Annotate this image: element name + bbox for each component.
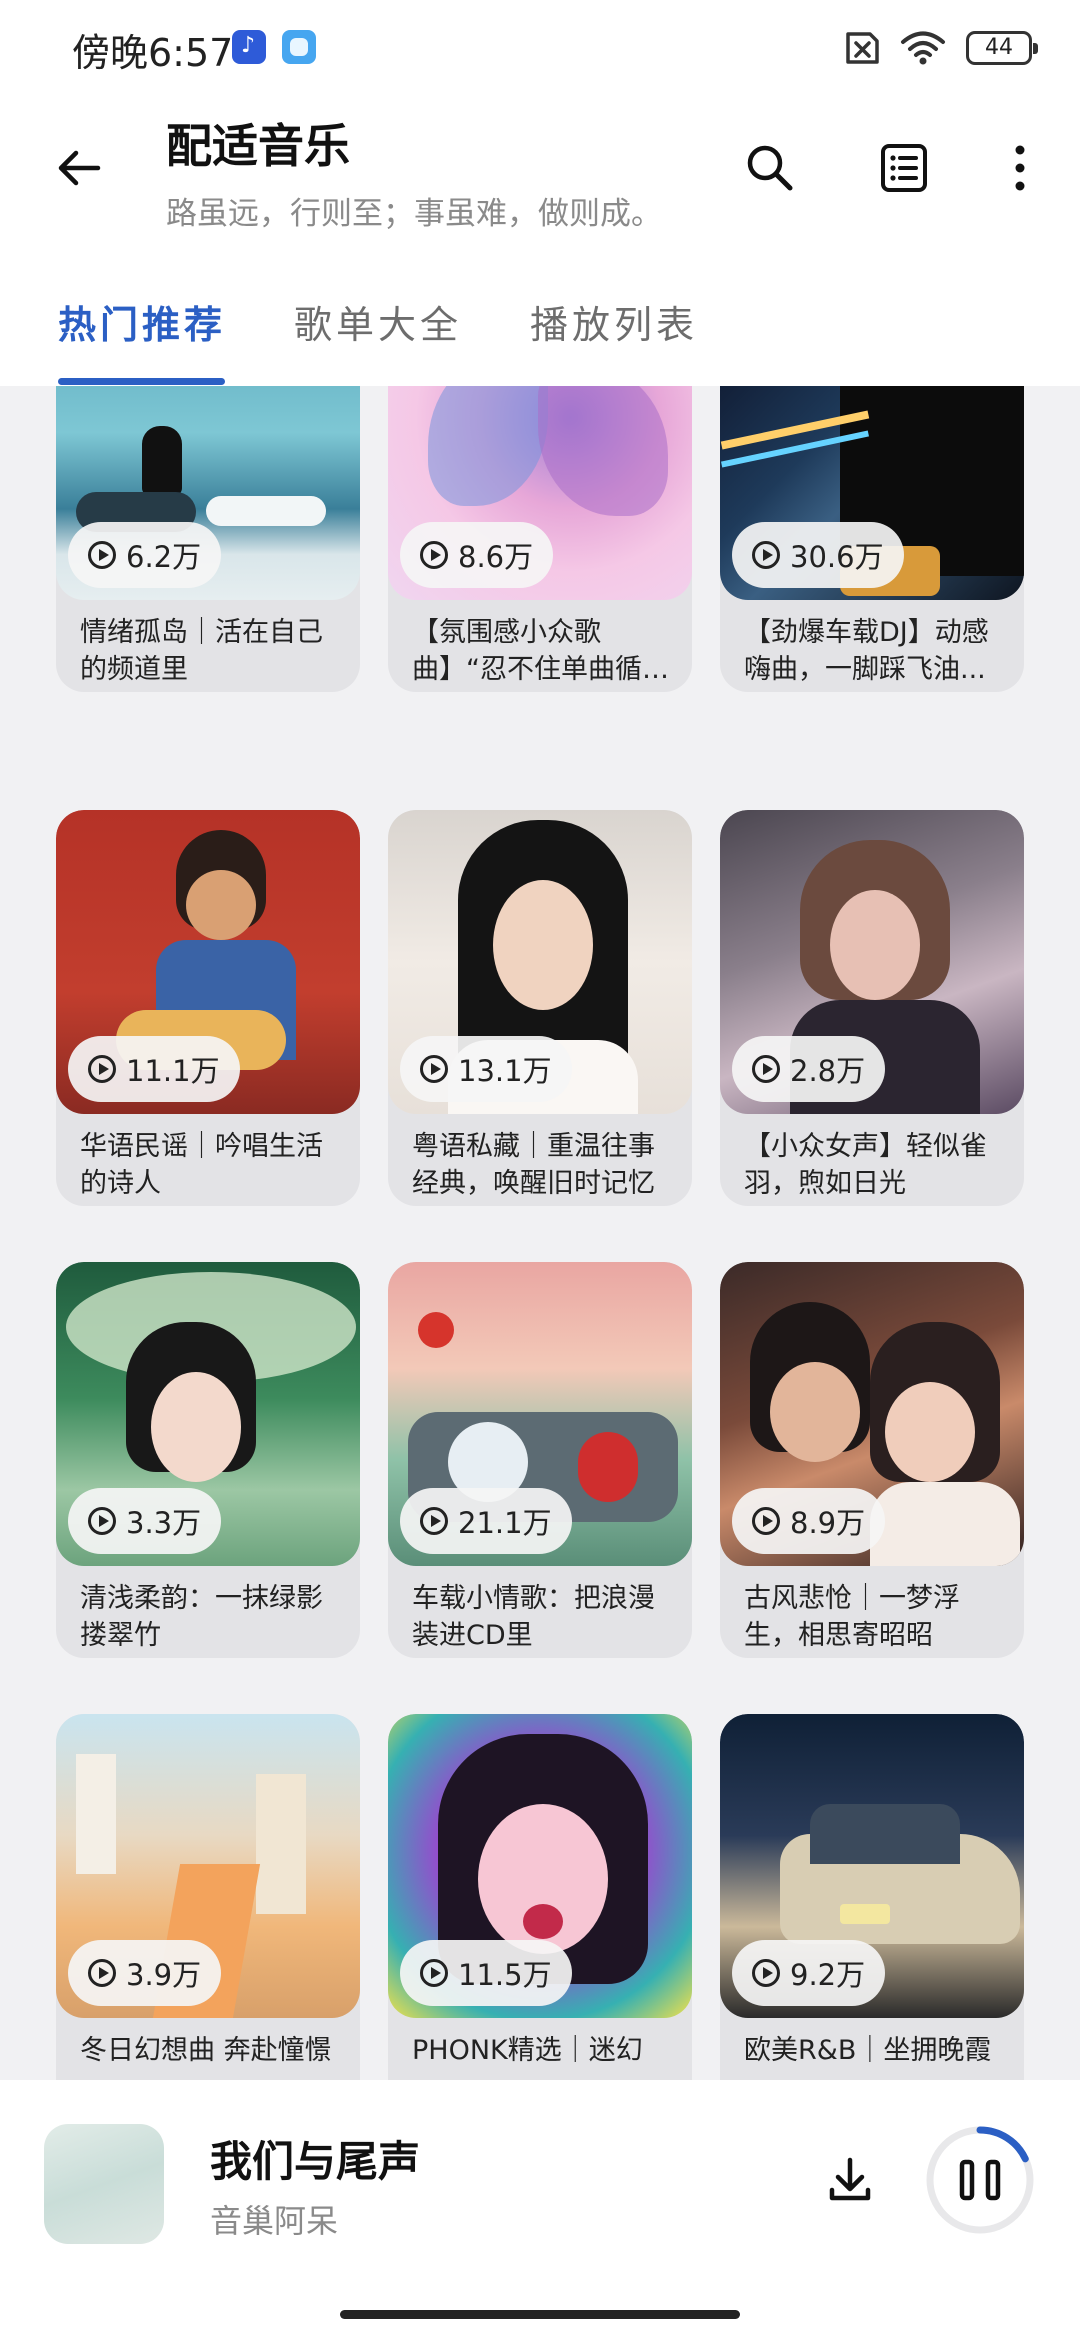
- playlist-card[interactable]: 9.2万 欧美R&B｜坐拥晚霞: [720, 1714, 1024, 2080]
- status-bar: 傍晚6:57 44: [0, 0, 1080, 96]
- play-circle-icon: [420, 1507, 448, 1535]
- tab-bar: 热门推荐 歌单大全 播放列表: [0, 280, 1080, 386]
- playlist-card[interactable]: 21.1万 车载小情歌：把浪漫装进CD里: [388, 1262, 692, 1658]
- play-count: 3.9万: [68, 1940, 222, 2006]
- play-count: 11.1万: [68, 1036, 240, 1102]
- back-arrow-icon[interactable]: [50, 138, 110, 198]
- play-count-value: 9.2万: [790, 1958, 866, 1992]
- play-count: 30.6万: [732, 522, 904, 588]
- play-circle-icon: [752, 541, 780, 569]
- playlist-grid[interactable]: 6.2万 情绪孤岛｜活在自己的频道里 8.6万 【氛围感小众歌曲】“忍不住单曲循…: [0, 386, 1080, 2080]
- playlist-card[interactable]: 11.5万 PHONK精选｜迷幻: [388, 1714, 692, 2080]
- play-count: 9.2万: [732, 1940, 886, 2006]
- mini-player[interactable]: 我们与尾声 音巢阿呆: [0, 2080, 1080, 2340]
- playlist-title: PHONK精选｜迷幻: [412, 2035, 643, 2066]
- playlist-title: 【氛围感小众歌曲】“忍不住单曲循环！”: [412, 617, 642, 685]
- home-indicator[interactable]: [340, 2310, 740, 2319]
- playlist-title: 古风悲怆｜一梦浮生，相思寄昭昭: [744, 1583, 960, 1651]
- playlist-card[interactable]: 11.1万 华语民谣｜吟唱生活的诗人: [56, 810, 360, 1206]
- play-circle-icon: [88, 1055, 116, 1083]
- page-title: 配适音乐: [166, 119, 350, 173]
- playlist-card[interactable]: 13.1万 粤语私藏｜重温往事经典，唤醒旧时记忆: [388, 810, 692, 1206]
- play-count: 3.3万: [68, 1488, 222, 1554]
- play-circle-icon: [420, 1959, 448, 1987]
- wifi-icon: [900, 31, 946, 65]
- play-circle-icon: [88, 1507, 116, 1535]
- play-count: 8.6万: [400, 522, 554, 588]
- playlist-card[interactable]: 3.3万 清浅柔韵：一抹绿影搂翠竹: [56, 1262, 360, 1658]
- tab-hot-recommend[interactable]: 热门推荐: [58, 294, 226, 349]
- list-icon[interactable]: [874, 138, 934, 198]
- tab-playlist-collection[interactable]: 歌单大全: [294, 294, 462, 349]
- playlist-title: 欧美R&B｜坐拥晚霞: [744, 2035, 992, 2066]
- playlist-title: 冬日幻想曲 奔赴憧憬: [80, 2035, 332, 2066]
- playlist-card[interactable]: 30.6万 【劲爆车载DJ】动感嗨曲，一脚踩飞油...: [720, 386, 1024, 692]
- play-circle-icon: [752, 1055, 780, 1083]
- app-header: 配适音乐 路虽远，行则至；事虽难，做则成。: [0, 96, 1080, 246]
- play-circle-icon: [420, 1055, 448, 1083]
- search-icon[interactable]: [740, 138, 800, 198]
- no-sim-icon: [840, 31, 880, 65]
- status-time: 傍晚6:57: [72, 31, 234, 75]
- status-right: 44: [840, 28, 1038, 68]
- active-tab-indicator: [58, 378, 225, 385]
- play-circle-icon: [752, 1507, 780, 1535]
- top-area: 傍晚6:57 44: [0, 0, 1080, 386]
- play-count-value: 21.1万: [458, 1506, 552, 1540]
- battery-indicator: 44: [966, 31, 1038, 65]
- playlist-title: 清浅柔韵：一抹绿影搂翠竹: [80, 1583, 323, 1651]
- play-count-value: 8.6万: [458, 540, 534, 574]
- play-circle-icon: [88, 541, 116, 569]
- now-playing-title: 我们与尾声: [210, 2137, 421, 2186]
- play-circle-icon: [88, 1959, 116, 1987]
- music-app-icon: [232, 30, 266, 64]
- play-count: 21.1万: [400, 1488, 572, 1554]
- playlist-card[interactable]: 8.9万 古风悲怆｜一梦浮生，相思寄昭昭: [720, 1262, 1024, 1658]
- play-count: 2.8万: [732, 1036, 886, 1102]
- play-circle-icon: [752, 1959, 780, 1987]
- album-art[interactable]: [44, 2124, 164, 2244]
- pause-button[interactable]: [924, 2124, 1036, 2236]
- playlist-card[interactable]: 2.8万 【小众女声】轻似雀羽，煦如日光: [720, 810, 1024, 1206]
- play-count-value: 13.1万: [458, 1054, 552, 1088]
- playlist-card[interactable]: 3.9万 冬日幻想曲 奔赴憧憬: [56, 1714, 360, 2080]
- play-count-value: 11.1万: [126, 1054, 220, 1088]
- play-count-value: 30.6万: [790, 540, 884, 574]
- play-count-value: 11.5万: [458, 1958, 552, 1992]
- now-playing-artist: 音巢阿呆: [210, 2202, 339, 2240]
- download-icon[interactable]: [820, 2150, 880, 2210]
- playlist-title: 车载小情歌：把浪漫装进CD里: [412, 1583, 655, 1651]
- play-count: 13.1万: [400, 1036, 572, 1102]
- tab-play-queue[interactable]: 播放列表: [530, 294, 698, 349]
- playlist-title: 情绪孤岛｜活在自己的频道里: [80, 617, 323, 685]
- play-count-value: 3.9万: [126, 1958, 202, 1992]
- play-circle-icon: [420, 541, 448, 569]
- cloud-app-icon: [282, 30, 316, 64]
- play-count-value: 2.8万: [790, 1054, 866, 1088]
- playlist-title: 【劲爆车载DJ】动感嗨曲，一脚踩飞油...: [744, 617, 989, 685]
- playlist-card[interactable]: 8.6万 【氛围感小众歌曲】“忍不住单曲循环！”: [388, 386, 692, 692]
- playlist-title: 华语民谣｜吟唱生活的诗人: [80, 1131, 323, 1199]
- play-count: 6.2万: [68, 522, 222, 588]
- play-count: 11.5万: [400, 1940, 572, 2006]
- playlist-card[interactable]: 6.2万 情绪孤岛｜活在自己的频道里: [56, 386, 360, 692]
- page-subtitle: 路虽远，行则至；事虽难，做则成。: [166, 196, 662, 232]
- play-count: 8.9万: [732, 1488, 886, 1554]
- play-count-value: 3.3万: [126, 1506, 202, 1540]
- play-count-value: 8.9万: [790, 1506, 866, 1540]
- playlist-title: 【小众女声】轻似雀羽，煦如日光: [744, 1131, 987, 1199]
- more-options-icon[interactable]: [1000, 138, 1060, 198]
- play-count-value: 6.2万: [126, 540, 202, 574]
- playlist-title: 粤语私藏｜重温往事经典，唤醒旧时记忆: [412, 1131, 655, 1199]
